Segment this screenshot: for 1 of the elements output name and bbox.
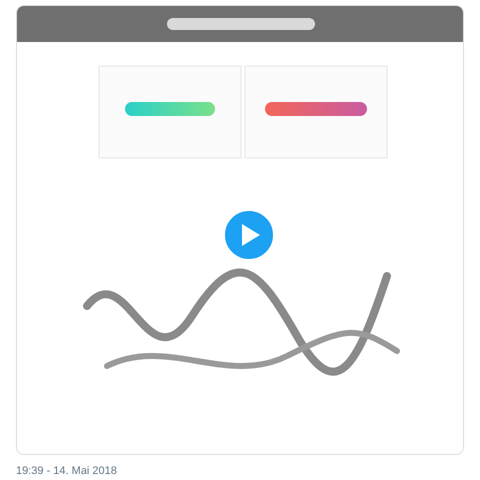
- tweet-timestamp: 19:39 - 14. Mai 2018: [16, 464, 118, 478]
